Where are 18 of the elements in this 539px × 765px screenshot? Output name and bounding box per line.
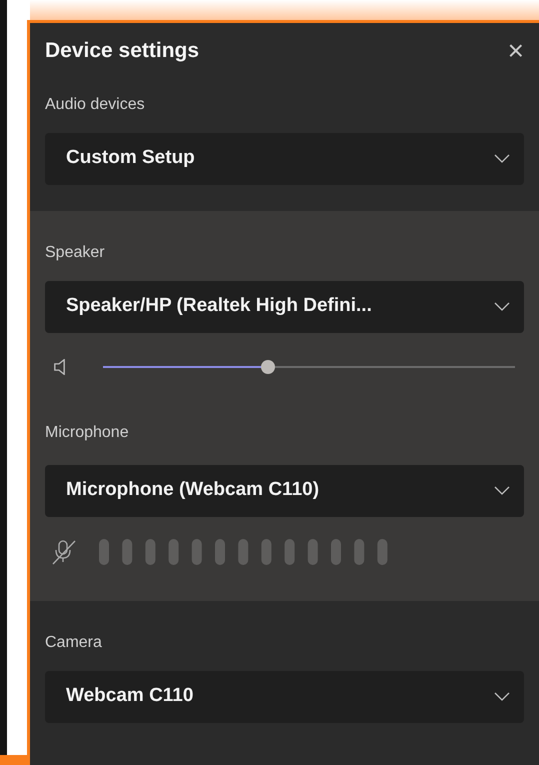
chevron-down-icon <box>494 486 510 495</box>
field-label: Speaker <box>45 244 106 260</box>
dialog-title: Device settings <box>45 38 200 64</box>
field-label: Microphone <box>45 424 129 440</box>
volume-slider[interactable] <box>103 360 515 374</box>
section-label: Audio devices <box>45 96 146 112</box>
chevron-down-icon <box>494 154 510 163</box>
device-dropdown[interactable]: Speaker/HP (Realtek High Defini... <box>45 280 524 332</box>
device-dropdown[interactable]: Webcam C110 <box>45 670 524 722</box>
device-dropdown[interactable]: Microphone (Webcam C110) <box>45 464 524 516</box>
muted-microphone-icon[interactable] <box>50 538 78 566</box>
slider-thumb[interactable] <box>260 360 275 374</box>
speaker-icon <box>54 358 65 374</box>
device-dropdown[interactable]: Custom Setup <box>45 132 524 184</box>
field-label: Camera <box>45 634 103 650</box>
close-button[interactable]: × <box>508 36 524 65</box>
chevron-down-icon <box>494 302 510 311</box>
chevron-down-icon <box>494 692 510 701</box>
